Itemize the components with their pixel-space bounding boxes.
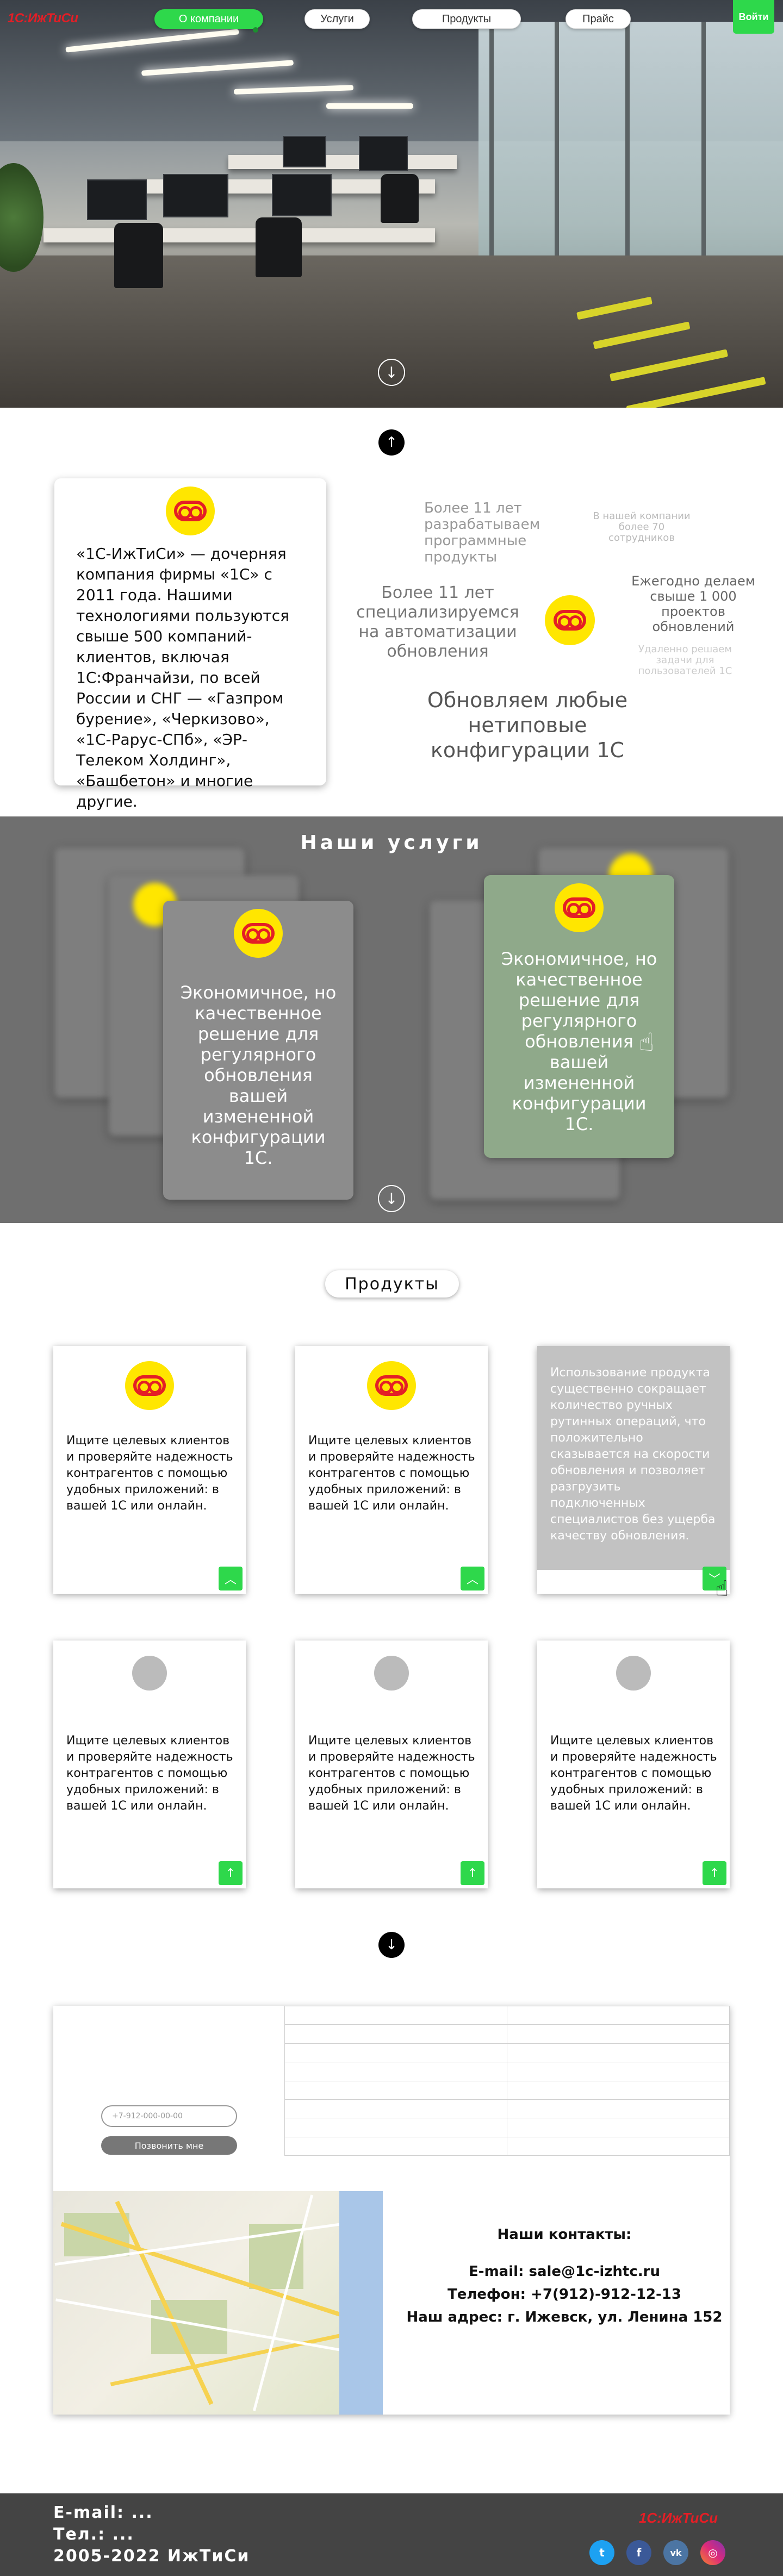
fact-employees: В нашей компании более 70 сотрудников [593, 510, 691, 544]
map[interactable] [53, 2191, 383, 2415]
service-card-left[interactable]: Экономичное, но качественное решение для… [163, 901, 353, 1200]
product-text: Ищите целевых клиентов и проверяйте наде… [308, 1434, 475, 1513]
facebook-icon[interactable]: f [626, 2540, 651, 2565]
center-logo-icon [545, 595, 595, 645]
cursor-hand-icon: ☝ [715, 1576, 729, 1601]
logo[interactable]: 1С:ИжТиСи [8, 11, 78, 26]
product-hover-text: Использование продукта существенно сокра… [550, 1366, 716, 1543]
products-down-button[interactable]: ↓ [378, 1932, 405, 1958]
product-text: Ищите целевых клиентов и проверяйте наде… [66, 1734, 233, 1813]
contact-section: +7-912-000-00-00 Позвонить мне Наши конт… [53, 2005, 730, 2415]
product-icon [616, 1656, 651, 1691]
expand-button[interactable]: ↑ [461, 1861, 484, 1885]
footer-copyright: 2005-2022 ИжТиСи [53, 2547, 250, 2566]
product-icon [374, 1656, 409, 1691]
nav-about[interactable]: О компании [154, 9, 263, 33]
scroll-up-button[interactable]: ↑ [378, 429, 405, 456]
product-card-4[interactable]: Ищите целевых клиентов и проверяйте наде… [53, 1641, 246, 1888]
product-text: Ищите целевых клиентов и проверяйте наде… [550, 1734, 717, 1813]
instagram-icon[interactable]: ◎ [700, 2540, 725, 2565]
fact-remote: Удаленно решаем задачи для пользователей… [638, 644, 732, 677]
contact-email[interactable]: E-mail: sale@1c-izhtc.ru [401, 2260, 728, 2283]
product-icon [132, 1656, 167, 1691]
contact-table [284, 2005, 730, 2156]
service-text: Экономичное, но качественное решение для… [180, 982, 337, 1168]
fact-dev-years: Более 11 лет разрабатываем программные п… [424, 500, 540, 565]
footer-email: E-mail: ... [53, 2503, 153, 2522]
services-title: Наши услуги [300, 832, 483, 854]
cloud-icon [125, 1361, 174, 1410]
expand-button[interactable]: ↑ [703, 1861, 726, 1885]
expand-button[interactable]: ︿ [219, 1567, 243, 1590]
nav-products[interactable]: Продукты [412, 9, 521, 29]
product-card-2[interactable]: Ищите целевых клиентов и проверяйте наде… [295, 1346, 488, 1594]
product-card-5[interactable]: Ищите целевых клиентов и проверяйте наде… [295, 1641, 488, 1888]
service-text: Экономичное, но качественное решение для… [501, 949, 657, 1134]
company-logo-icon [166, 486, 215, 535]
product-card-3-hover[interactable]: Использование продукта существенно сокра… [537, 1346, 730, 1601]
product-text: Ищите целевых клиентов и проверяйте наде… [66, 1434, 233, 1513]
fact-automation: Более 11 лет специализируемся на автомат… [356, 583, 519, 661]
service-card-right-hover[interactable]: Экономичное, но качественное решение для… [484, 875, 674, 1158]
product-card-1[interactable]: Ищите целевых клиентов и проверяйте наде… [53, 1346, 246, 1594]
products-title: Продукты [325, 1270, 459, 1298]
contact-phone[interactable]: Телефон: +7(912)-912-12-13 [401, 2283, 728, 2306]
fact-configs: Обновляем любые нетиповые конфигурации 1… [427, 688, 628, 762]
expand-button[interactable]: ↑ [219, 1861, 243, 1885]
twitter-icon[interactable]: t [589, 2540, 614, 2565]
footer-logo[interactable]: 1С:ИжТиСи [639, 2510, 718, 2527]
product-card-6[interactable]: Ищите целевых клиентов и проверяйте наде… [537, 1641, 730, 1888]
nav-services[interactable]: Услуги [304, 9, 370, 29]
contact-address: Наш адрес: г. Ижевск, ул. Ленина 152 [406, 2309, 723, 2325]
cloud-icon [555, 883, 604, 932]
nav-price[interactable]: Прайс [566, 9, 631, 29]
site-footer: E-mail: ... Тел.: ... 2005-2022 ИжТиСи 1… [0, 2493, 783, 2576]
product-text: Ищите целевых клиентов и проверяйте наде… [308, 1734, 475, 1813]
services-down-button[interactable]: ↓ [378, 1185, 405, 1212]
footer-phone: Тел.: ... [53, 2525, 134, 2544]
hero-banner: ↓ [0, 0, 783, 408]
contacts-info: Наши контакты: E-mail: sale@1c-izhtc.ru … [401, 2223, 728, 2329]
vk-icon[interactable]: vk [663, 2540, 688, 2565]
services-section: Эко Эко Экономичное, но качественное реш… [0, 816, 783, 1223]
site-header: 1С:ИжТиСи О компании Услуги Продукты Пра… [0, 0, 783, 39]
call-me-button[interactable]: Позвонить мне [101, 2136, 237, 2155]
login-button[interactable]: Войти [733, 0, 774, 34]
cursor-hand-icon: ☝ [639, 1027, 655, 1057]
fact-projects: Ежегодно делаем свыше 1 000 проектов обн… [631, 573, 755, 634]
contacts-heading: Наши контакты: [497, 2226, 632, 2243]
active-dot-icon [253, 27, 258, 33]
about-text: «1С-ИжТиСи» — дочерняя компания фирмы «1… [76, 545, 289, 810]
phone-input[interactable]: +7-912-000-00-00 [101, 2105, 237, 2127]
cloud-icon [367, 1361, 416, 1410]
about-card: «1С-ИжТиСи» — дочерняя компания фирмы «1… [54, 478, 326, 810]
nav-about-label: О компании [178, 13, 239, 25]
cloud-icon [234, 909, 283, 958]
scroll-down-button[interactable]: ↓ [378, 359, 405, 386]
expand-button[interactable]: ︿ [461, 1567, 484, 1590]
